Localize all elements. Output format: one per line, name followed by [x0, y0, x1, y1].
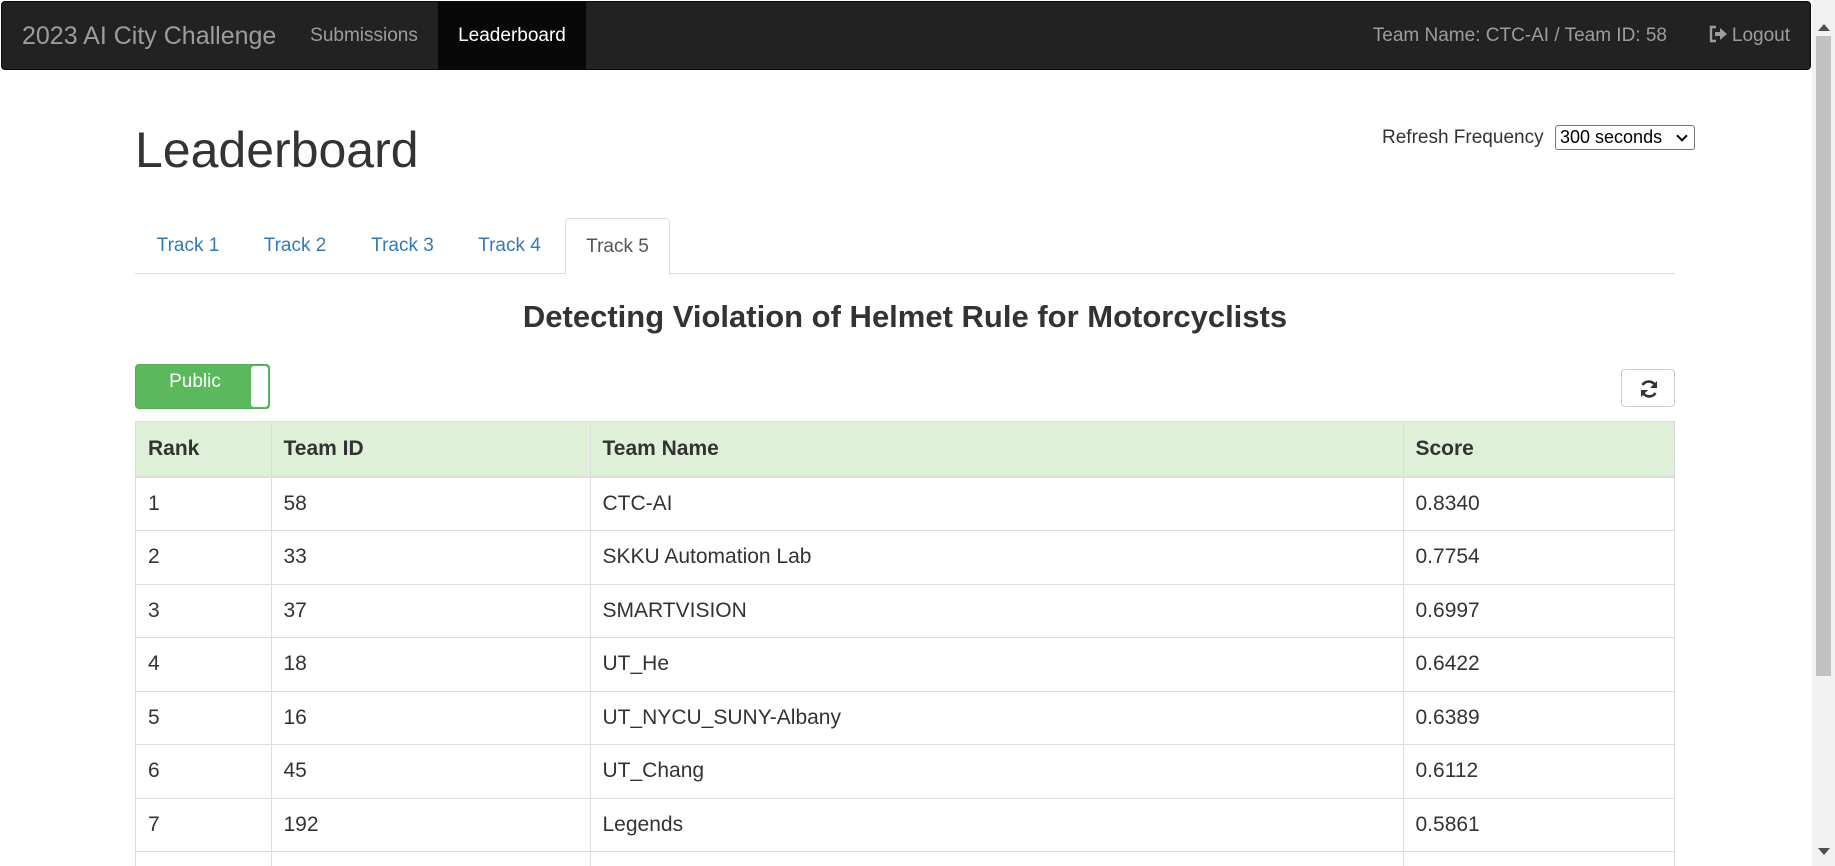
tab-track-5[interactable]: Track 5	[565, 218, 670, 275]
refresh-frequency-label: Refresh Frequency	[1382, 127, 1544, 148]
score-cell: 0.6389	[1415, 705, 1480, 729]
track-tabs: Track 1 Track 2 Track 3 Track 4 Track 5	[135, 218, 1675, 275]
table-row: 3 37 SMARTVISION 0.6997	[136, 584, 1674, 638]
leaderboard-table: Rank Team ID Team Name Score 1 58 CTC-AI 0.…	[135, 421, 1675, 866]
rank-cell: 7	[136, 798, 272, 852]
rank-cell: 6	[136, 744, 272, 798]
rank-cell: 4	[136, 637, 272, 691]
team-name-cell: CTC-AI	[590, 477, 1404, 531]
table-row	[136, 851, 1674, 866]
refresh-button[interactable]	[1621, 369, 1675, 407]
team-name-cell: Legends	[590, 798, 1404, 852]
scroll-down-arrow-icon[interactable]	[1818, 848, 1830, 855]
tab-track-4[interactable]: Track 4	[456, 218, 563, 274]
column-header-score[interactable]: Score	[1403, 422, 1674, 478]
logout-link[interactable]: Logout	[1708, 2, 1790, 70]
team-id-cell: 45	[271, 744, 591, 798]
rank-cell: 3	[136, 584, 272, 638]
table-header-row: Rank Team ID Team Name Score	[136, 422, 1674, 478]
team-id-cell: 16	[271, 691, 591, 745]
table-row: 2 33 SKKU Automation Lab 0.7754	[136, 530, 1674, 584]
score-cell: 0.6997	[1415, 598, 1480, 622]
toggle-label: Public	[169, 371, 221, 392]
score-cell: 0.5861	[1415, 812, 1480, 836]
team-id-cell: 33	[271, 530, 591, 584]
score-cell: 0.7754	[1415, 545, 1480, 569]
team-info: Team Name: CTC-AI / Team ID: 58	[1372, 25, 1667, 46]
team-id-cell: 18	[271, 637, 591, 691]
toggle-handle	[251, 366, 268, 407]
column-header-team-name[interactable]: Team Name	[590, 422, 1404, 478]
brand-link[interactable]: 2023 AI City Challenge	[22, 2, 276, 71]
top-navbar: 2023 AI City Challenge Submissions Leade…	[1, 1, 1811, 70]
logout-label: Logout	[1731, 25, 1790, 46]
team-name-cell: UT_NYCU_SUNY-Albany	[590, 691, 1404, 745]
logout-icon	[1709, 25, 1727, 43]
scroll-up-arrow-icon[interactable]	[1818, 24, 1830, 31]
column-header-rank[interactable]: Rank	[136, 422, 272, 478]
nav-leaderboard[interactable]: Leaderboard	[438, 2, 586, 70]
table-row: 6 45 UT_Chang 0.6112	[136, 744, 1674, 798]
task-title: Detecting Violation of Helmet Rule for M…	[522, 299, 1288, 334]
rank-cell: 5	[136, 691, 272, 745]
score-cell: 0.6422	[1415, 652, 1480, 676]
nav-submissions[interactable]: Submissions	[290, 2, 438, 70]
table-row: 7 192 Legends 0.5861	[136, 798, 1674, 852]
table-row: 5 16 UT_NYCU_SUNY-Albany 0.6389	[136, 691, 1674, 745]
chevron-down-icon	[1676, 130, 1688, 142]
tab-track-1[interactable]: Track 1	[135, 218, 241, 274]
tab-track-2[interactable]: Track 2	[241, 218, 349, 274]
team-name-cell	[590, 851, 1404, 866]
rank-cell: 2	[136, 530, 272, 584]
refresh-frequency-select[interactable]: 300 seconds	[1555, 125, 1695, 150]
score-cell: 0.6112	[1415, 759, 1479, 783]
scroll-thumb[interactable]	[1816, 36, 1831, 676]
team-name-cell: SMARTVISION	[590, 584, 1404, 638]
team-id-cell	[271, 851, 591, 866]
page-title: Leaderboard	[135, 122, 419, 178]
refresh-frequency-value: 300 seconds	[1560, 127, 1663, 147]
table-row: 1 58 CTC-AI 0.8340	[136, 477, 1674, 531]
team-name-cell: UT_Chang	[590, 744, 1404, 798]
team-name-cell: UT_He	[590, 637, 1404, 691]
page-scrollbar[interactable]	[1812, 0, 1835, 866]
score-cell: 0.8340	[1415, 492, 1480, 515]
team-id-cell: 58	[271, 477, 591, 531]
team-id-cell: 37	[271, 584, 591, 638]
rank-cell: 1	[136, 477, 272, 531]
tab-track-3[interactable]: Track 3	[349, 218, 456, 274]
public-private-toggle[interactable]: Public	[135, 364, 270, 409]
rank-cell	[136, 851, 272, 866]
team-id-cell: 192	[271, 798, 591, 852]
refresh-icon	[1640, 380, 1658, 398]
table-body: 1 58 CTC-AI 0.8340 2 33 SKKU Automation Lab 0.7…	[136, 477, 1674, 866]
team-name-cell: SKKU Automation Lab	[590, 530, 1404, 584]
score-cell	[1403, 852, 1674, 866]
column-header-team-id[interactable]: Team ID	[271, 422, 591, 478]
table-row: 4 18 UT_He 0.6422	[136, 637, 1674, 691]
